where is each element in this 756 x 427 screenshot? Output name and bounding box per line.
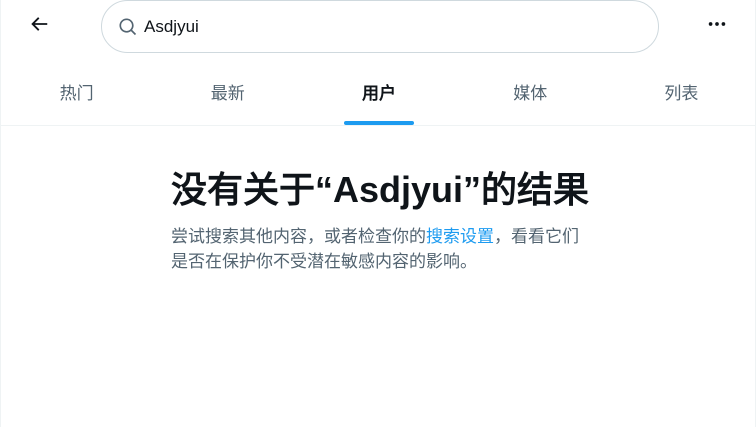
desc-prefix: 尝试搜索其他内容，或者检查你的 <box>171 227 426 246</box>
more-horizontal-icon <box>706 13 728 40</box>
tab-media[interactable]: 媒体 <box>455 58 606 125</box>
top-bar <box>1 0 756 53</box>
tab-lists[interactable]: 列表 <box>606 58 756 125</box>
back-button[interactable] <box>19 6 59 46</box>
tab-latest[interactable]: 最新 <box>152 58 303 125</box>
empty-state-description: 尝试搜索其他内容，或者检查你的搜索设置，看看它们是否在保护你不受潜在敏感内容的影… <box>171 224 591 274</box>
search-input[interactable] <box>144 11 624 42</box>
tab-label: 列表 <box>664 84 699 103</box>
search-settings-link[interactable]: 搜索设置 <box>426 227 494 246</box>
search-box[interactable] <box>101 0 659 53</box>
tab-label: 媒体 <box>513 84 548 103</box>
more-button[interactable] <box>697 6 737 46</box>
search-tabs: 热门 最新 用户 媒体 列表 <box>1 58 756 126</box>
empty-state-title: 没有关于“Asdjyui”的结果 <box>171 169 590 210</box>
empty-state: 没有关于“Asdjyui”的结果 尝试搜索其他内容，或者检查你的搜索设置，看看它… <box>171 168 591 274</box>
tab-people[interactable]: 用户 <box>303 58 454 125</box>
app-frame: 热门 最新 用户 媒体 列表 没有关于“Asdjyui”的结果 尝试搜索其他内容… <box>0 0 756 427</box>
tab-active-indicator <box>344 121 414 125</box>
search-icon <box>118 16 140 38</box>
tab-label: 热门 <box>59 84 94 103</box>
tab-label: 用户 <box>362 84 396 103</box>
tab-label: 最新 <box>210 84 245 103</box>
arrow-left-icon <box>28 13 50 40</box>
tab-top[interactable]: 热门 <box>1 58 152 125</box>
